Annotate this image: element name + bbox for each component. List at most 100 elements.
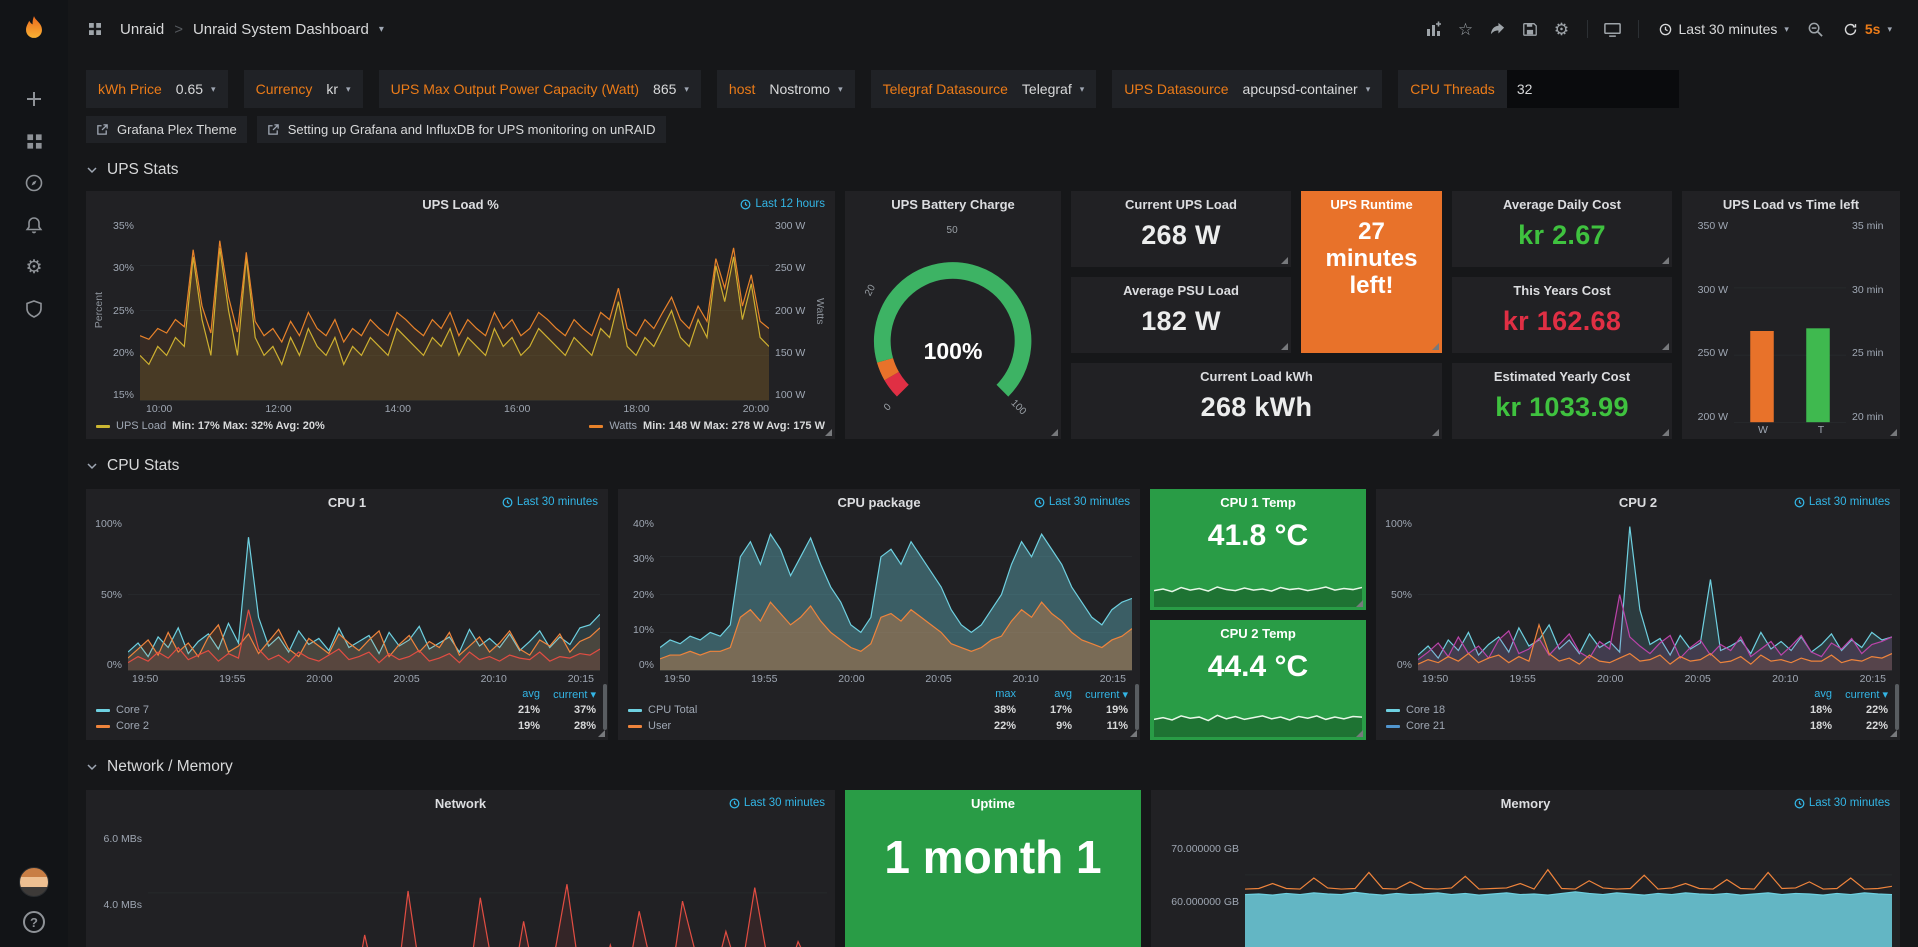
server-admin-shield-icon[interactable] — [12, 288, 56, 330]
legend-series-name[interactable]: User — [628, 720, 960, 732]
legend-column-header[interactable]: current ▾ — [540, 688, 596, 701]
divider — [1638, 20, 1639, 38]
section-header-network-memory[interactable]: Network / Memory — [68, 740, 1918, 784]
panel-title[interactable]: Current Load kWh — [1071, 363, 1442, 387]
chevron-down-icon: ▾ — [1784, 24, 1789, 35]
legend-scrollbar[interactable] — [1895, 684, 1899, 730]
tick-label: 20:15 — [1100, 674, 1126, 685]
legend-series-name[interactable]: Core 7 — [96, 704, 484, 716]
panel-title[interactable]: UPS Load vs Time left — [1682, 191, 1900, 215]
tick-label: 20:00 — [1597, 674, 1623, 685]
stat-value: 268 W — [1071, 220, 1291, 251]
cpu1-chart[interactable] — [128, 519, 600, 670]
tick-label: 20% — [106, 348, 134, 359]
panel-time-range-link[interactable]: Last 30 minutes — [1034, 496, 1130, 508]
panel-title[interactable]: UPS Load % — [86, 191, 835, 215]
share-icon[interactable] — [1483, 14, 1513, 44]
panel-title[interactable]: UPS Battery Charge — [845, 191, 1061, 215]
panel-time-range-link[interactable]: Last 30 minutes — [729, 797, 825, 809]
ups-load-chart[interactable] — [140, 221, 769, 400]
panel-title[interactable]: CPU 2 Temp — [1150, 620, 1366, 644]
legend-series-name[interactable]: CPU Total — [628, 704, 960, 716]
y-axis-ticks: 6.0 MBs4.0 MBs2.0 MBs — [92, 820, 148, 947]
dashboard-link-ups-guide[interactable]: Setting up Grafana and InfluxDB for UPS … — [257, 116, 666, 143]
panel-time-range-link[interactable]: Last 30 minutes — [1794, 797, 1890, 809]
variable-kwh-price[interactable]: kWh Price 0.65▾ — [86, 70, 228, 108]
variable-host[interactable]: host Nostromo▾ — [717, 70, 855, 108]
legend-value: 11% — [1072, 720, 1128, 732]
add-panel-icon[interactable] — [1419, 14, 1449, 44]
panel-title[interactable]: Memory — [1151, 790, 1900, 814]
configuration-gear-icon[interactable]: ⚙ — [12, 246, 56, 288]
panel-title[interactable]: Current UPS Load — [1071, 191, 1291, 215]
time-range-picker[interactable]: Last 30 minutes ▾ — [1649, 14, 1799, 44]
panel-title[interactable]: Network — [86, 790, 835, 814]
panel-title[interactable]: UPS Runtime — [1301, 191, 1442, 215]
breadcrumb-folder[interactable]: Unraid — [120, 21, 164, 38]
y-axis-ticks-right: 35 min30 min25 min20 min — [1846, 221, 1892, 422]
alerting-bell-icon[interactable] — [12, 204, 56, 246]
legend-series-watts[interactable]: Watts Min: 148 W Max: 278 W Avg: 175 W — [589, 420, 825, 432]
variable-currency[interactable]: Currency kr▾ — [244, 70, 363, 108]
variable-telegraf-datasource[interactable]: Telegraf Datasource Telegraf▾ — [871, 70, 1097, 108]
legend-column-header[interactable]: max — [960, 688, 1016, 700]
variable-ups-datasource[interactable]: UPS Datasource apcupsd-container▾ — [1112, 70, 1382, 108]
dashboard-links-row: Grafana Plex Theme Setting up Grafana an… — [68, 108, 1918, 143]
legend-row: Core 2118%22% — [1386, 718, 1888, 734]
variable-ups-max-power[interactable]: UPS Max Output Power Capacity (Watt) 865… — [379, 70, 701, 108]
cpu-threads-input[interactable] — [1507, 70, 1679, 108]
refresh-button[interactable]: 5s ▾ — [1833, 14, 1902, 44]
panel-time-range-link[interactable]: Last 12 hours — [740, 198, 825, 210]
cpu-package-chart[interactable] — [660, 519, 1132, 670]
dashboard-settings-gear-icon[interactable]: ⚙ — [1547, 14, 1577, 44]
legend-series-ups-load[interactable]: UPS Load Min: 17% Max: 32% Avg: 20% — [96, 420, 325, 432]
legend-scrollbar[interactable] — [603, 684, 607, 730]
help-icon[interactable]: ? — [23, 911, 45, 933]
ups-bar-chart[interactable] — [1734, 221, 1846, 422]
legend-column-header[interactable]: current ▾ — [1832, 688, 1888, 701]
tick-label: 19:50 — [1422, 674, 1448, 685]
tick-label: 20:10 — [481, 674, 507, 685]
panel-time-range-link[interactable]: Last 30 minutes — [1794, 496, 1890, 508]
panel-title[interactable]: This Years Cost — [1452, 277, 1672, 301]
section-header-ups-stats[interactable]: UPS Stats — [68, 143, 1918, 187]
tick-label: 200 W — [1688, 412, 1728, 423]
main-content: Unraid > Unraid System Dashboard ▾ ☆ ⚙ — [68, 0, 1918, 947]
legend-scrollbar[interactable] — [1135, 684, 1139, 730]
section-header-cpu-stats[interactable]: CPU Stats — [68, 439, 1918, 483]
explore-icon[interactable] — [12, 162, 56, 204]
legend-series-name[interactable]: Core 18 — [1386, 704, 1776, 716]
legend-value: 22% — [960, 720, 1016, 732]
legend-column-header[interactable]: avg — [1776, 688, 1832, 700]
tv-kiosk-icon[interactable] — [1598, 14, 1628, 44]
legend-series-name[interactable]: Core 21 — [1386, 720, 1776, 732]
panel-title[interactable]: Average PSU Load — [1071, 277, 1291, 301]
add-icon[interactable] — [12, 78, 56, 120]
panel-title[interactable]: Average Daily Cost — [1452, 191, 1672, 215]
apps-grid-icon[interactable] — [80, 14, 110, 44]
panel-title[interactable]: CPU 1 Temp — [1150, 489, 1366, 513]
y-axis-ticks: 350 W300 W250 W200 W — [1688, 221, 1734, 422]
legend-column-header[interactable]: avg — [1016, 688, 1072, 700]
legend-column-header[interactable]: current ▾ — [1072, 688, 1128, 701]
cpu2-temp-sparkline-svg — [1154, 696, 1362, 737]
network-chart[interactable] — [148, 820, 827, 947]
save-icon[interactable] — [1515, 14, 1545, 44]
cpu2-chart[interactable] — [1418, 519, 1892, 670]
star-icon[interactable]: ☆ — [1451, 14, 1481, 44]
panel-title[interactable]: Uptime — [845, 790, 1141, 814]
y-axis-ticks-right: 300 W250 W200 W150 W100 W — [769, 221, 813, 400]
user-avatar[interactable] — [19, 867, 49, 897]
legend-series-name[interactable]: Core 2 — [96, 720, 484, 732]
dashboard-title[interactable]: Unraid System Dashboard — [193, 21, 369, 38]
panel-time-range-link[interactable]: Last 30 minutes — [502, 496, 598, 508]
dashboard-link-plex-theme[interactable]: Grafana Plex Theme — [86, 116, 247, 143]
chevron-down-icon: ▾ — [1080, 84, 1085, 95]
panel-title[interactable]: Estimated Yearly Cost — [1452, 363, 1672, 387]
legend-column-header[interactable]: avg — [484, 688, 540, 700]
dashboards-icon[interactable] — [12, 120, 56, 162]
legend-value: 22% — [1832, 704, 1888, 716]
zoom-out-icon[interactable] — [1801, 14, 1831, 44]
memory-chart[interactable] — [1245, 820, 1892, 947]
grafana-logo-icon[interactable] — [12, 10, 56, 52]
